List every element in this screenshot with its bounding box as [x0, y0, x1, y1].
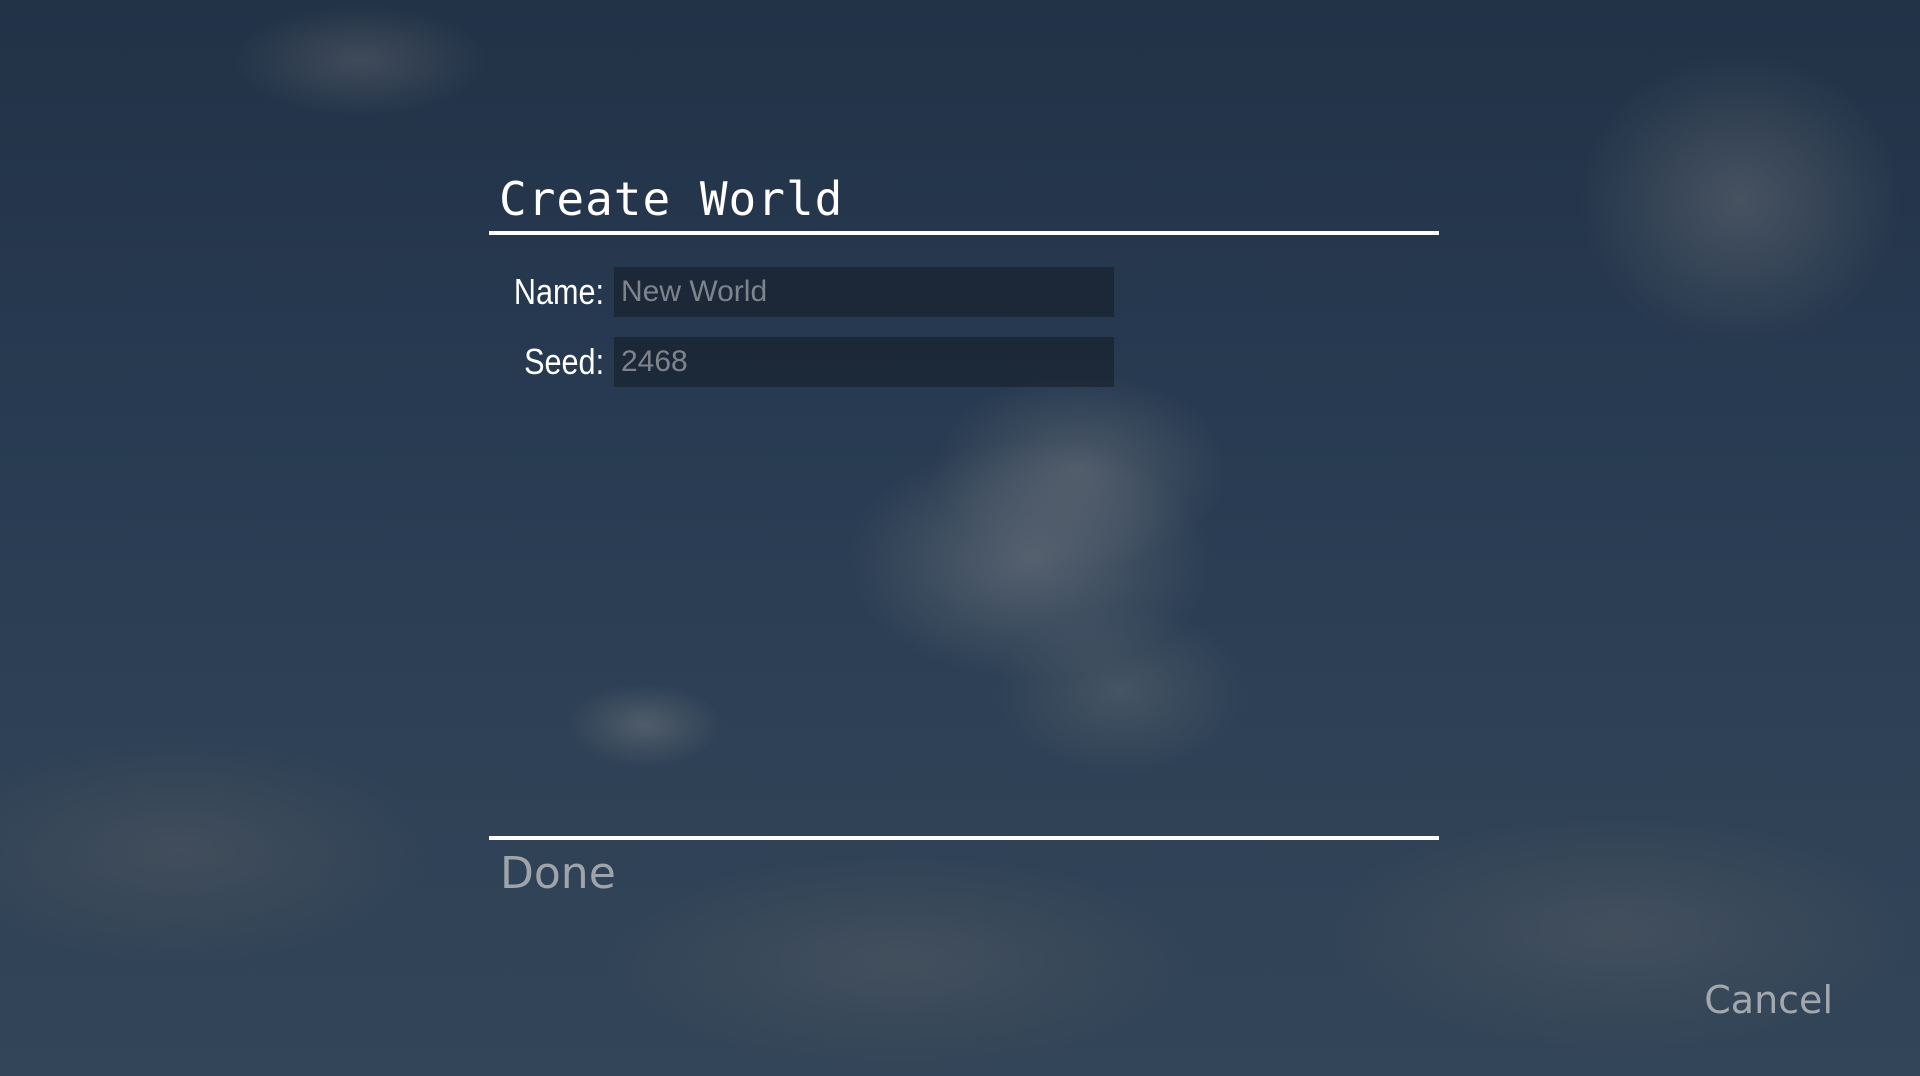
done-button[interactable]: Done	[500, 843, 616, 903]
name-row: Name:	[489, 267, 1114, 317]
seed-row: Seed:	[489, 337, 1114, 387]
seed-label: Seed:	[524, 341, 604, 382]
create-world-screen: { "screen": { "title": "Create World", "…	[0, 0, 1920, 1076]
name-label: Name:	[513, 271, 604, 312]
footer-divider	[489, 836, 1439, 840]
title-bar: Create World	[489, 166, 1439, 236]
cancel-button[interactable]: Cancel	[1704, 972, 1833, 1028]
name-input[interactable]	[614, 267, 1114, 317]
seed-input[interactable]	[614, 337, 1114, 387]
page-title: Create World	[499, 172, 844, 226]
title-divider	[489, 231, 1439, 235]
